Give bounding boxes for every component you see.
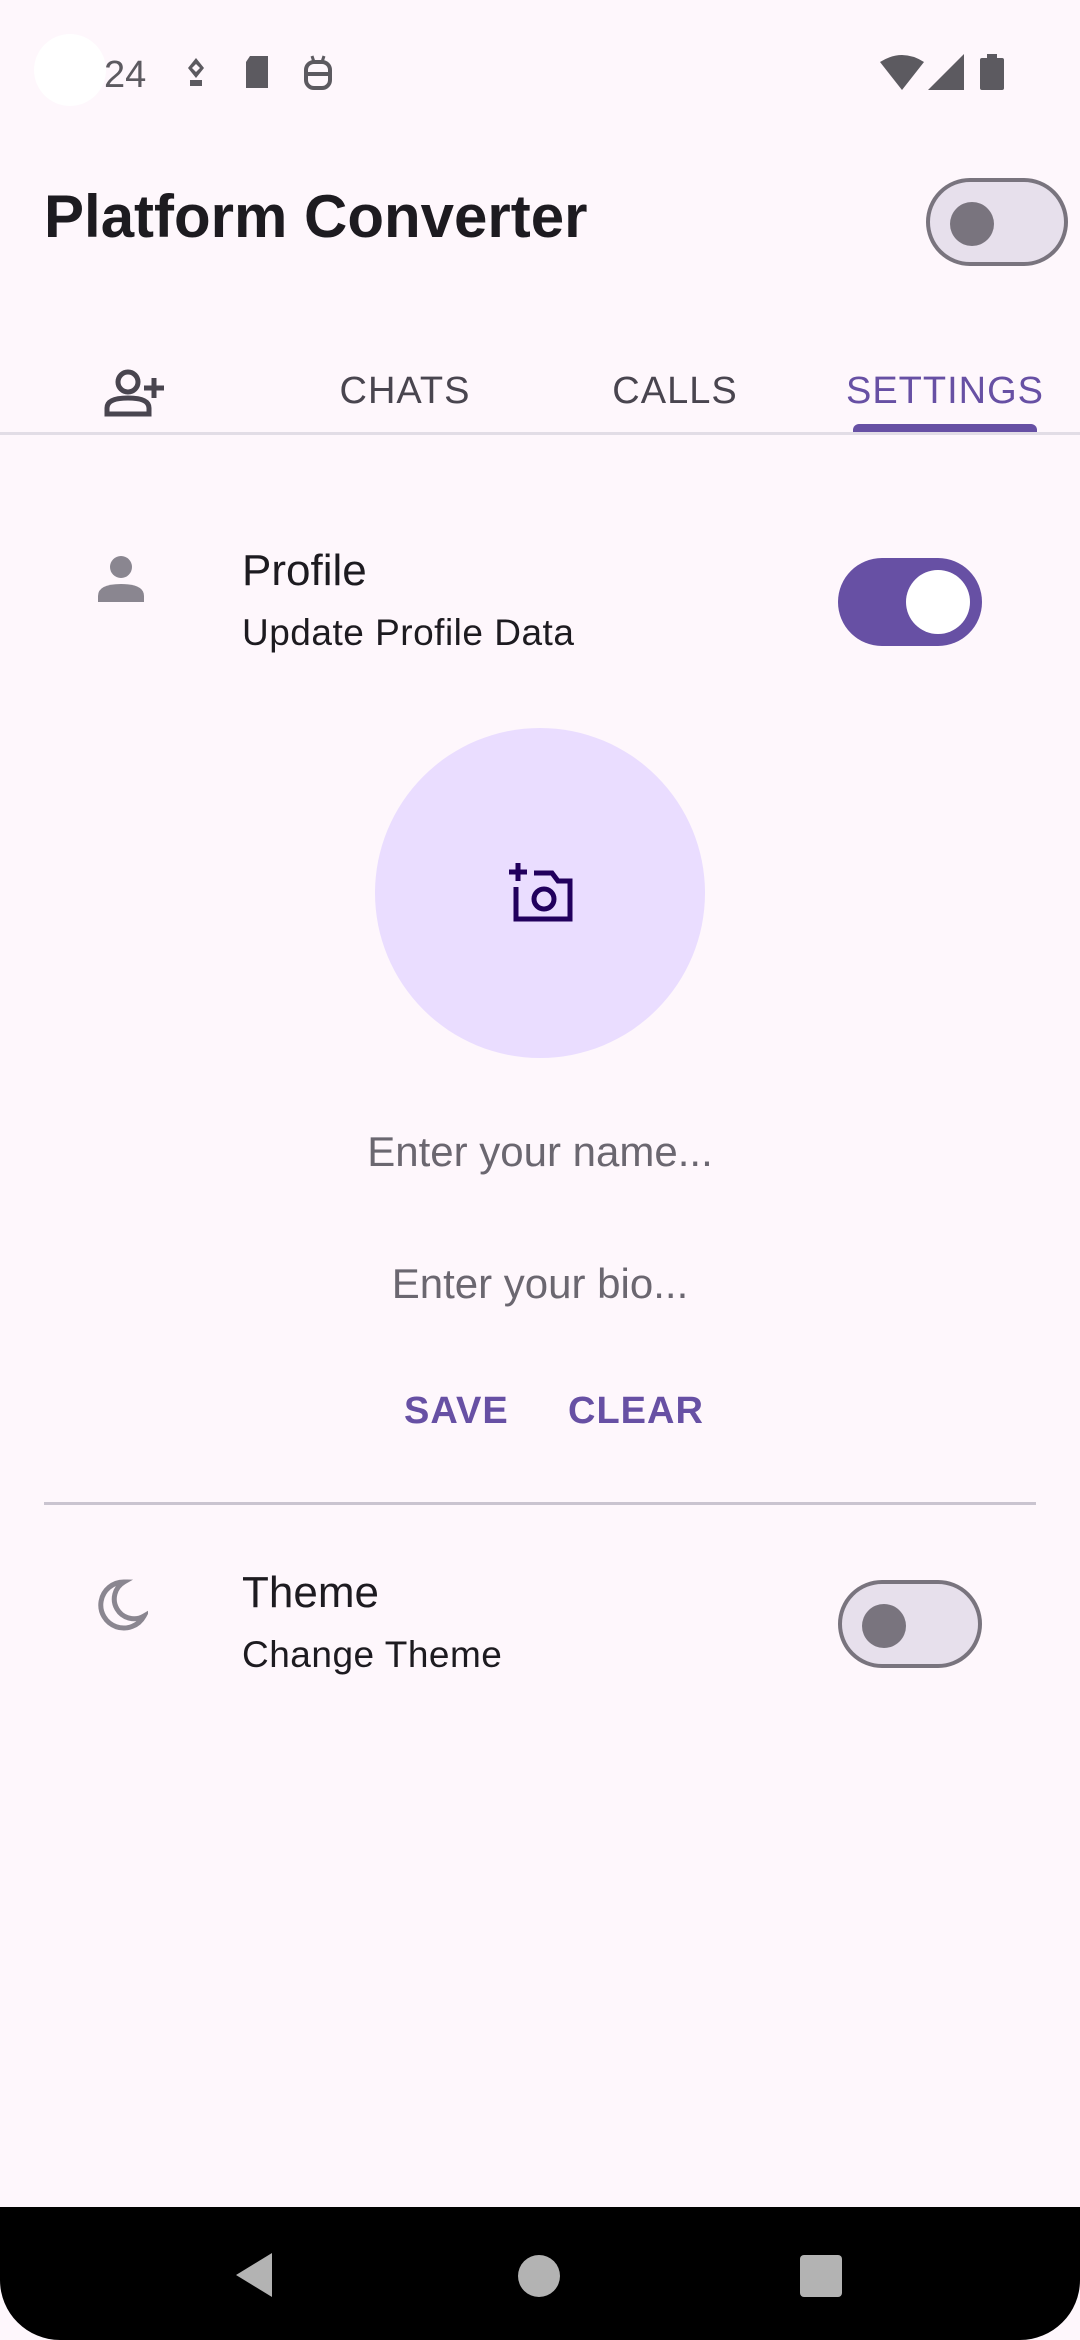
vpn-key-icon — [182, 54, 210, 95]
profile-avatar-button[interactable] — [375, 728, 705, 1058]
bio-input[interactable]: Enter your bio... — [0, 1260, 1080, 1308]
theme-subtitle: Change Theme — [242, 1634, 503, 1675]
theme-switch[interactable] — [838, 1580, 982, 1668]
name-input[interactable]: Enter your name... — [0, 1128, 1080, 1176]
person-icon — [96, 554, 146, 609]
switch-knob — [862, 1604, 906, 1648]
profile-title: Profile — [242, 546, 367, 595]
battery-icon — [980, 54, 1004, 95]
cell-signal-icon — [928, 54, 964, 95]
back-icon[interactable] — [234, 2251, 274, 2304]
tab-chats[interactable]: CHATS — [300, 370, 510, 413]
profile-switch[interactable] — [838, 558, 982, 646]
status-bar: 24 — [0, 0, 1080, 150]
person-add-icon — [102, 369, 168, 427]
tab-calls[interactable]: CALLS — [570, 370, 780, 413]
tab-bar: CHATS CALLS SETTINGS — [0, 350, 1080, 435]
switch-knob — [950, 202, 994, 246]
system-nav-bar — [0, 2207, 1080, 2340]
home-icon[interactable] — [518, 2255, 560, 2297]
recents-icon[interactable] — [800, 2255, 842, 2297]
tab-settings[interactable]: SETTINGS — [835, 370, 1055, 413]
android-robot-icon — [302, 54, 334, 97]
sd-card-icon — [242, 54, 272, 95]
app-theme-switch[interactable] — [926, 178, 1068, 266]
divider — [44, 1502, 1036, 1505]
wifi-icon — [880, 54, 924, 95]
status-time: 24 — [104, 54, 147, 96]
clear-button[interactable]: CLEAR — [568, 1390, 704, 1433]
switch-knob — [906, 570, 970, 634]
theme-title: Theme — [242, 1568, 379, 1617]
tab-indicator — [853, 424, 1037, 432]
app-title: Platform Converter — [44, 183, 588, 250]
profile-subtitle: Update Profile Data — [242, 612, 575, 653]
tab-add-contact[interactable] — [80, 368, 190, 428]
dark-mode-icon — [94, 1578, 151, 1637]
status-dot — [34, 34, 106, 106]
save-button[interactable]: SAVE — [404, 1390, 509, 1433]
